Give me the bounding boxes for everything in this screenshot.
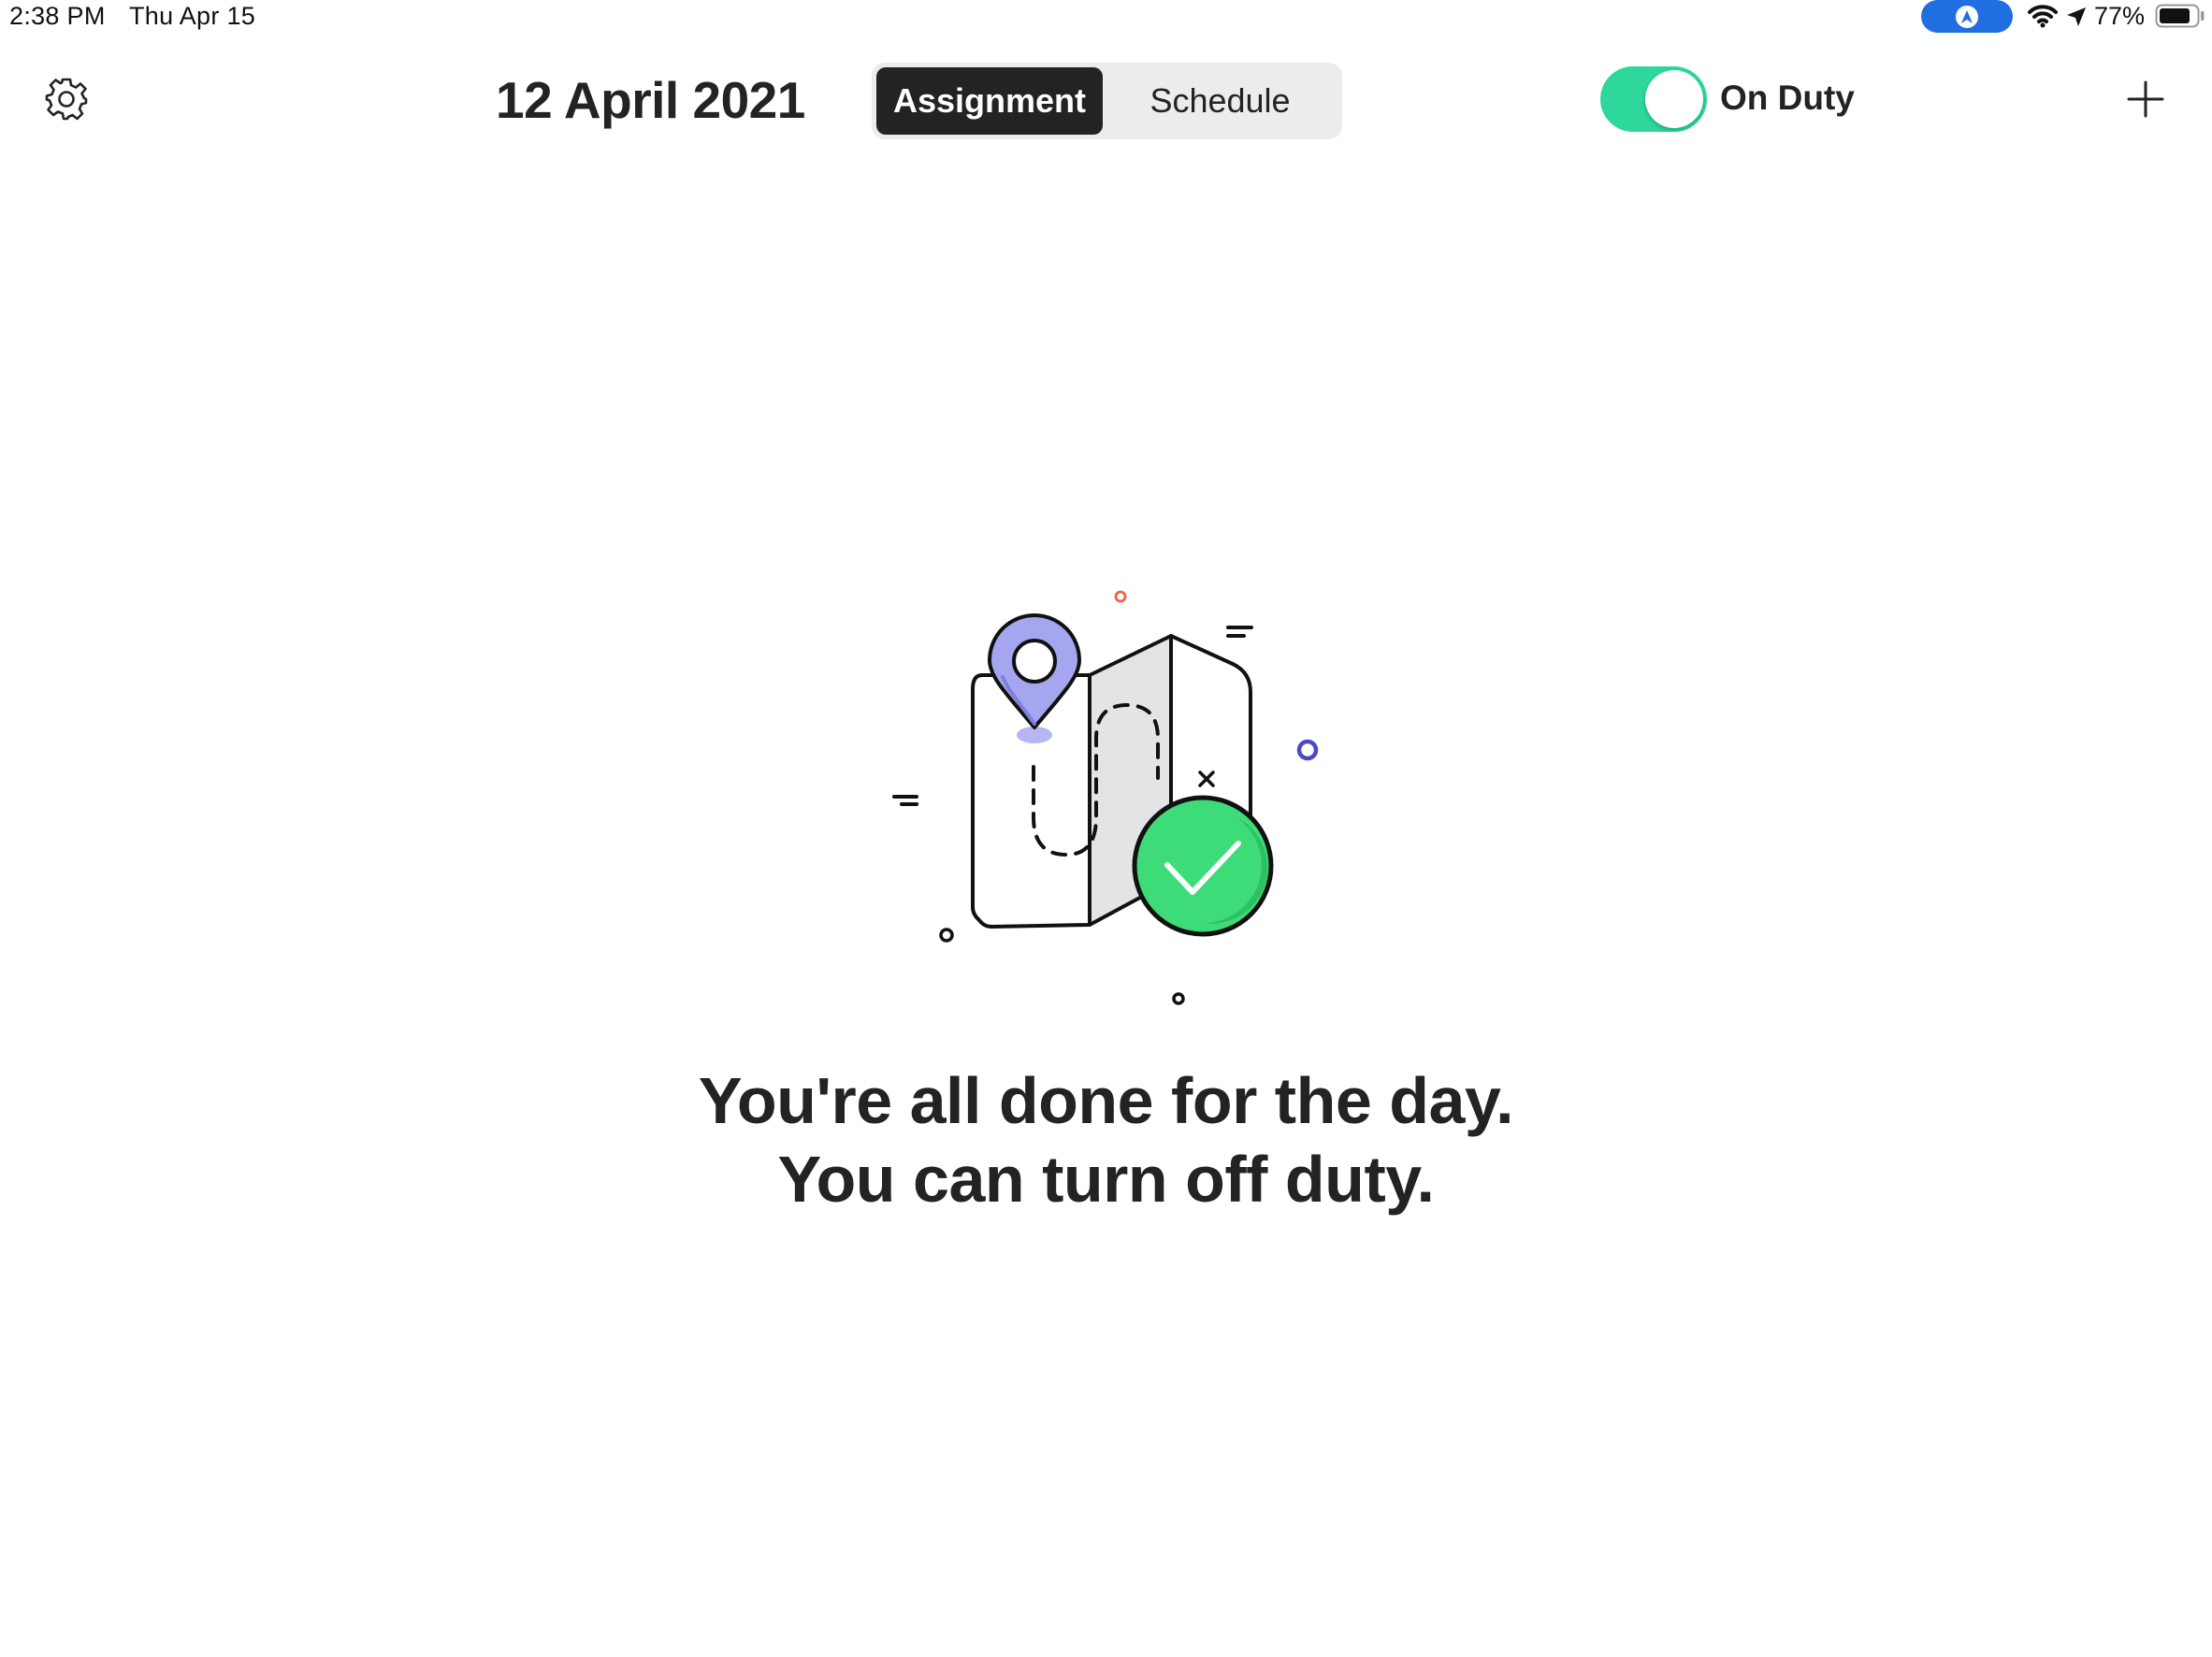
map-illustration	[892, 590, 1319, 1005]
navigation-indicator[interactable]	[1921, 0, 2013, 33]
add-button[interactable]	[2121, 75, 2170, 123]
view-segmented-control: Assignment Schedule	[872, 63, 1342, 139]
navigation-arrow-icon	[1956, 5, 1978, 28]
message-line-1: You're all done for the day.	[698, 1064, 1514, 1137]
battery-percentage: 77%	[2094, 2, 2146, 30]
page-title: 12 April 2021	[496, 71, 805, 129]
settings-button[interactable]	[39, 72, 94, 126]
plus-icon	[2127, 80, 2164, 118]
duty-label: On Duty	[1720, 79, 1855, 117]
status-time: 2:38 PM	[9, 2, 106, 30]
empty-state-message: You're all done for the day. You can tur…	[0, 1061, 2212, 1218]
wifi-icon	[2028, 5, 2058, 28]
toggle-knob	[1645, 70, 1703, 128]
tab-schedule[interactable]: Schedule	[1103, 67, 1337, 135]
app-screen: 2:38 PM Thu Apr 15 77% 12 April 2021 Ass…	[0, 0, 2212, 1657]
status-date: Thu Apr 15	[129, 2, 256, 30]
tab-assignment[interactable]: Assignment	[876, 67, 1103, 135]
duty-toggle[interactable]	[1600, 66, 1707, 132]
message-line-2: You can turn off duty.	[777, 1143, 1435, 1216]
location-arrow-icon	[2067, 7, 2086, 26]
battery-icon	[2155, 4, 2205, 28]
gear-icon	[45, 78, 88, 121]
